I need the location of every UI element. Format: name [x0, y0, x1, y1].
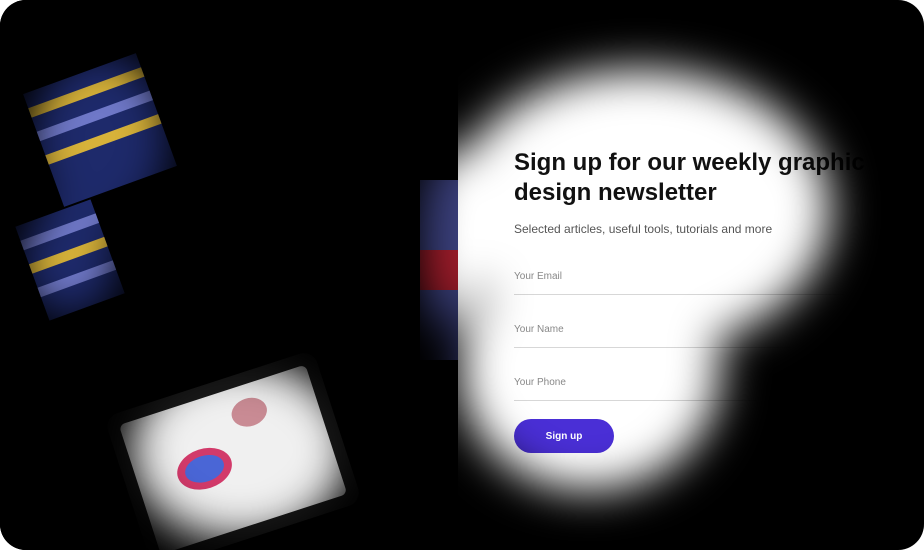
- phone-field: [514, 348, 874, 401]
- signup-panel: Sign up for our weekly graphic design ne…: [458, 0, 924, 550]
- name-field: [514, 295, 874, 348]
- hero-photo: [0, 0, 458, 550]
- phone-input[interactable]: [514, 377, 874, 388]
- stripes-illustration: [15, 53, 458, 360]
- tablet-illustration: [107, 353, 359, 550]
- signup-form: Sign up for our weekly graphic design ne…: [514, 148, 914, 453]
- email-field: [514, 242, 874, 295]
- design-illustration: [15, 53, 458, 550]
- signup-button[interactable]: Sign up: [514, 419, 614, 453]
- name-input[interactable]: [514, 324, 874, 335]
- email-input[interactable]: [514, 271, 874, 282]
- signup-heading: Sign up for our weekly graphic design ne…: [514, 149, 865, 206]
- signup-window: Sign up for our weekly graphic design ne…: [0, 0, 924, 550]
- signup-subtitle: Selected articles, useful tools, tutoria…: [514, 222, 773, 236]
